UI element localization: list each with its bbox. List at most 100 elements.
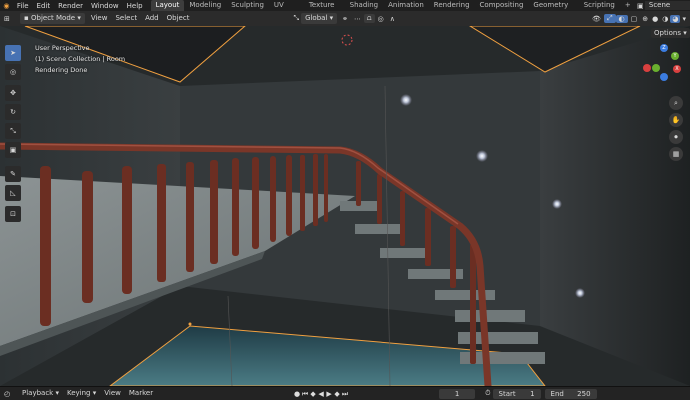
current-frame-field[interactable]: 1 xyxy=(439,388,476,399)
right-wall xyxy=(540,26,690,386)
hand-icon: ✋ xyxy=(671,116,681,124)
tab-animation[interactable]: Animation xyxy=(383,0,429,11)
menu-object[interactable]: Object xyxy=(163,13,194,24)
tab-compositing[interactable]: Compositing xyxy=(475,0,529,11)
jump-start-icon[interactable]: ⏮ xyxy=(301,389,309,399)
menu-view[interactable]: View xyxy=(87,13,112,24)
menu-add[interactable]: Add xyxy=(141,13,163,24)
gizmo-y-axis[interactable]: Y xyxy=(671,52,679,60)
menu-view-timeline[interactable]: View xyxy=(100,388,125,399)
transform-icon: ▣ xyxy=(9,146,17,154)
gizmo-neg-z[interactable] xyxy=(660,73,668,81)
pan-button[interactable]: ✋ xyxy=(669,113,683,127)
tab-uv-editing[interactable]: UV Editing xyxy=(269,0,304,20)
scene-name-field[interactable]: Scene xyxy=(644,1,690,10)
orientation-selector[interactable]: Global ▾ xyxy=(301,13,338,24)
cursor-icon: ◎ xyxy=(9,68,17,76)
light-1 xyxy=(400,94,412,106)
falloff-icon[interactable]: ∧ xyxy=(387,15,398,23)
menu-edit[interactable]: Edit xyxy=(33,2,55,10)
end-frame-field[interactable]: End 250 xyxy=(544,388,597,399)
jump-end-icon[interactable]: ⏭ xyxy=(341,389,349,399)
top-bar: ◉ File Edit Render Window Help Layout Mo… xyxy=(0,0,690,20)
solid-shading-icon[interactable]: ● xyxy=(650,15,660,23)
timeline-editor-icon[interactable]: ◴ xyxy=(4,390,18,398)
zoom-button[interactable]: ⌕ xyxy=(669,96,683,110)
transform-tool[interactable]: ▣ xyxy=(5,142,21,158)
zoom-icon: ⌕ xyxy=(674,98,678,107)
overlay-toggle-icon[interactable]: ◐ xyxy=(615,14,628,23)
mode-selector[interactable]: ▪ Object Mode ▾ xyxy=(20,13,85,24)
tab-scripting[interactable]: Scripting xyxy=(579,0,620,11)
rendered-scene xyxy=(0,26,690,386)
gizmo-neg-x[interactable] xyxy=(643,64,651,72)
scene-selector-icon[interactable]: ▣ xyxy=(636,2,645,10)
stopwatch-icon[interactable]: ⏱ xyxy=(485,389,490,398)
navigation-gizmo[interactable]: Z Y X xyxy=(643,42,685,81)
rendered-shading-icon[interactable]: ◕ xyxy=(670,14,681,23)
3d-viewport[interactable]: User Perspective (1) Scene Collection | … xyxy=(0,26,690,386)
scale-icon: ⤡ xyxy=(10,126,16,135)
tab-shading[interactable]: Shading xyxy=(345,0,383,11)
tab-rendering[interactable]: Rendering xyxy=(429,0,475,11)
visibility-icon[interactable]: 👁 xyxy=(589,15,604,23)
move-tool[interactable]: ✥ xyxy=(5,85,21,101)
proportional-editing-icon[interactable]: ◎ xyxy=(375,15,387,23)
camera-view-button[interactable]: ⏺ xyxy=(669,130,683,144)
pencil-icon: ✎ xyxy=(10,170,16,178)
object-mode-icon: ▪ xyxy=(24,14,31,22)
play-icon[interactable]: ▶ xyxy=(325,389,333,399)
xray-toggle-icon[interactable]: ▢ xyxy=(628,15,641,23)
viewport-header: ⊞ ▪ Object Mode ▾ View Select Add Object… xyxy=(0,11,690,26)
tab-modeling[interactable]: Modeling xyxy=(184,0,226,11)
options-button[interactable]: Options ▾ xyxy=(651,28,690,38)
transform-orientation-icon[interactable]: ⤡ xyxy=(293,14,299,23)
start-frame-field[interactable]: Start 1 xyxy=(492,388,541,399)
timeline-bar: ◴ Playback ▾ Keying ▾ View Marker ● ⏮ ◆ … xyxy=(0,386,690,400)
select-box-tool[interactable]: ➤ xyxy=(5,45,21,61)
tab-layout[interactable]: Layout xyxy=(150,0,185,11)
tab-geometry-nodes[interactable]: Geometry Nodes xyxy=(528,0,578,20)
tab-sculpting[interactable]: Sculpting xyxy=(226,0,269,11)
menu-render[interactable]: Render xyxy=(54,2,87,10)
gizmo-neg-y[interactable] xyxy=(652,64,660,72)
menu-window[interactable]: Window xyxy=(87,2,123,10)
add-workspace-button[interactable]: + xyxy=(620,0,636,11)
grid-icon: ▦ xyxy=(672,150,680,158)
menu-help[interactable]: Help xyxy=(123,2,147,10)
cursor-tool[interactable]: ◎ xyxy=(5,64,21,80)
scale-tool[interactable]: ⤡ xyxy=(5,123,21,139)
prev-keyframe-icon[interactable]: ◆ xyxy=(309,389,317,399)
next-keyframe-icon[interactable]: ◆ xyxy=(333,389,341,399)
shading-options-icon[interactable]: ▾ xyxy=(680,15,690,23)
snap-magnet-icon[interactable]: ⩍ xyxy=(364,14,375,23)
annotate-tool[interactable]: ✎ xyxy=(5,166,21,182)
menu-file[interactable]: File xyxy=(13,2,33,10)
tab-texture-paint[interactable]: Texture Paint xyxy=(304,0,345,20)
play-reverse-icon[interactable]: ◀ xyxy=(317,389,325,399)
snap-icon[interactable]: ⋯ xyxy=(351,15,364,23)
menu-keying[interactable]: Keying ▾ xyxy=(63,388,100,399)
menu-select[interactable]: Select xyxy=(111,13,141,24)
gizmo-toggle-icon[interactable]: ⤢ xyxy=(603,14,616,23)
ruler-icon: ◺ xyxy=(10,189,16,197)
editor-type-icon[interactable]: ⊞ xyxy=(4,15,18,23)
pivot-icon[interactable]: ⚭ xyxy=(339,15,351,23)
light-3 xyxy=(552,199,562,209)
light-2 xyxy=(476,150,488,162)
wireframe-shading-icon[interactable]: ⊕ xyxy=(640,15,650,23)
measure-tool[interactable]: ◺ xyxy=(5,185,21,201)
rotate-tool[interactable]: ↻ xyxy=(5,104,21,120)
add-cube-tool[interactable]: ⊡ xyxy=(5,206,21,222)
blender-logo-icon[interactable]: ◉ xyxy=(0,2,13,10)
gizmo-z-axis[interactable]: Z xyxy=(660,44,668,52)
menu-marker[interactable]: Marker xyxy=(125,388,157,399)
record-icon[interactable]: ● xyxy=(293,389,301,399)
ortho-toggle-button[interactable]: ▦ xyxy=(669,147,683,161)
menu-playback[interactable]: Playback ▾ xyxy=(18,388,63,399)
origin-point xyxy=(188,322,192,326)
material-shading-icon[interactable]: ◑ xyxy=(660,15,670,23)
gizmo-x-axis[interactable]: X xyxy=(673,65,681,73)
light-4 xyxy=(575,288,585,298)
camera-icon: ⏺ xyxy=(674,132,678,141)
